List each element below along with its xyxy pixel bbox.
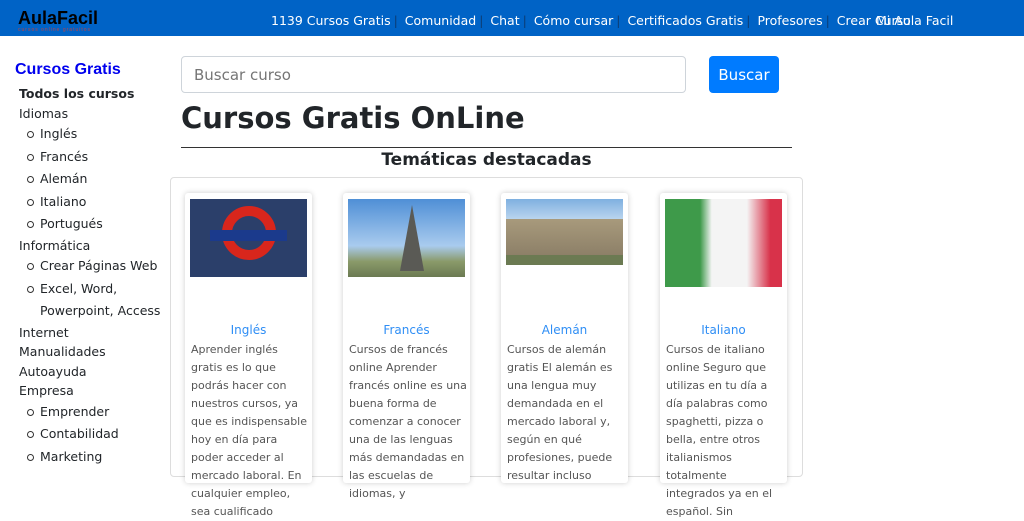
sidebar-item[interactable]: Autoayuda [19, 362, 175, 382]
nav-certificados[interactable]: Certificados Gratis [627, 13, 743, 28]
sidebar-item[interactable]: Idiomas [19, 104, 175, 124]
italian-flag-image[interactable] [665, 199, 782, 287]
sidebar-title[interactable]: Cursos Gratis [15, 61, 175, 79]
sidebar-item[interactable]: Crear Páginas Web [27, 255, 175, 278]
sidebar-item[interactable]: Todos los cursos [19, 84, 175, 104]
card-title[interactable]: Francés [343, 323, 470, 337]
sidebar-item[interactable]: Italiano [27, 191, 175, 214]
sidebar: Cursos Gratis Todos los cursos Idiomas Ing… [15, 61, 175, 468]
nav-profesores[interactable]: Profesores [757, 13, 822, 28]
london-underground-image[interactable] [190, 199, 307, 277]
sidebar-item[interactable]: Alemán [27, 168, 175, 191]
divider [181, 147, 792, 148]
card-text: Aprender inglés gratis es lo que podrás … [191, 343, 308, 518]
search-button[interactable]: Buscar [709, 56, 779, 93]
sidebar-item[interactable]: Inglés [27, 123, 175, 146]
sidebar-item[interactable]: Manualidades [19, 342, 175, 362]
nav-chat[interactable]: Chat [490, 13, 519, 28]
card-title[interactable]: Alemán [501, 323, 628, 337]
section-title: Temáticas destacadas [381, 150, 592, 170]
top-header: AulaFacil cursos online gratuitos 1139 Cu… [0, 0, 1024, 36]
card-title[interactable]: Italiano [660, 323, 787, 337]
logo[interactable]: AulaFacil cursos online gratuitos [18, 8, 98, 33]
eiffel-tower-image[interactable] [348, 199, 465, 277]
page-title: Cursos Gratis OnLine [181, 101, 525, 135]
sidebar-item[interactable]: Emprender [27, 401, 175, 424]
nav-comunidad[interactable]: Comunidad [405, 13, 476, 28]
course-card-italiano[interactable]: Italiano Cursos de italiano online Segur… [660, 193, 787, 518]
sidebar-item[interactable]: Portugués [27, 213, 175, 236]
mi-aula-facil-link[interactable]: Mi Aula Facil [876, 13, 953, 28]
nav-cursos-gratis[interactable]: 1139 Cursos Gratis [271, 13, 391, 28]
sidebar-item[interactable]: Contabilidad [27, 423, 175, 446]
course-card-ingles[interactable]: Inglés Aprender inglés gratis es lo que … [185, 193, 312, 518]
card-text: Cursos de italiano online Seguro que uti… [666, 343, 773, 518]
sidebar-item[interactable]: Excel, Word, [27, 278, 175, 301]
card-text: Cursos de alemán gratis El alemán es una… [507, 343, 613, 482]
sidebar-item[interactable]: Internet [19, 323, 175, 343]
sidebar-item[interactable]: Powerpoint, Access [40, 300, 175, 323]
sidebar-item[interactable]: Marketing [27, 446, 175, 469]
nav-como-cursar[interactable]: Cómo cursar [534, 13, 613, 28]
card-text: Cursos de francés online Aprender francé… [349, 343, 467, 500]
top-nav: 1139 Cursos Gratis | Comunidad | Chat | Cóm… [271, 13, 911, 28]
reichstag-image[interactable] [506, 199, 623, 265]
search-input[interactable] [181, 56, 686, 93]
course-card-aleman[interactable]: Alemán Cursos de alemán gratis El alemán… [501, 193, 628, 483]
sidebar-item[interactable]: Empresa [19, 381, 175, 401]
sidebar-item[interactable]: Francés [27, 146, 175, 169]
card-title[interactable]: Inglés [185, 323, 312, 337]
course-card-frances[interactable]: Francés Cursos de francés online Aprende… [343, 193, 470, 500]
sidebar-item[interactable]: Informática [19, 236, 175, 256]
